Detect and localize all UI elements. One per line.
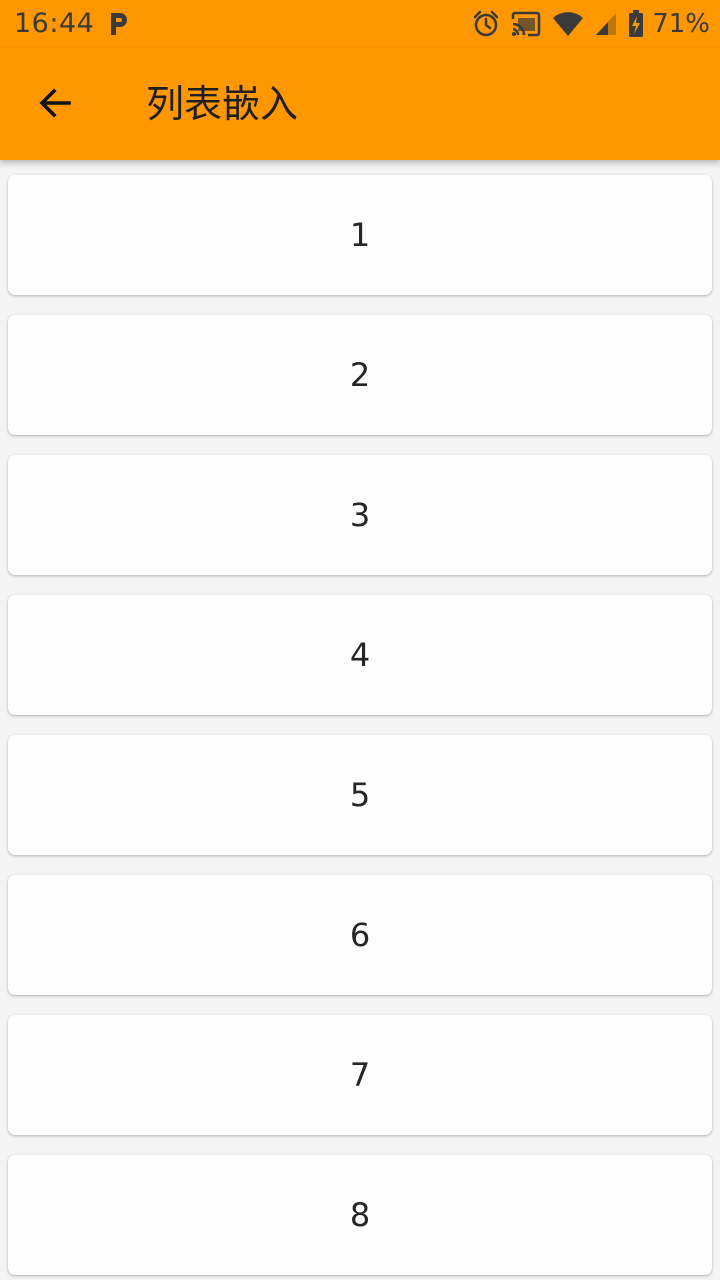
card-list[interactable]: 1 2 3 4 5 6 7 8: [0, 160, 720, 1280]
list-item[interactable]: 4: [8, 595, 712, 715]
arrow-back-icon: [37, 85, 73, 125]
status-time: 16:44: [14, 8, 95, 39]
list-item-label: 5: [349, 776, 371, 814]
status-bar: 16:44 71%: [0, 0, 720, 48]
signal-icon: [594, 11, 618, 37]
list-item[interactable]: 8: [8, 1155, 712, 1275]
list-item-label: 6: [349, 916, 371, 954]
wifi-icon: [552, 11, 584, 37]
alarm-icon: [472, 10, 500, 38]
list-item-label: 3: [349, 496, 371, 534]
status-icons: 71%: [472, 8, 710, 40]
list-item[interactable]: 2: [8, 315, 712, 435]
app-bar: 列表嵌入: [0, 48, 720, 160]
page-title: 列表嵌入: [146, 82, 299, 126]
list-item-label: 7: [349, 1056, 371, 1094]
list-item[interactable]: 1: [8, 175, 712, 295]
list-item-label: 8: [349, 1196, 371, 1234]
list-item[interactable]: 3: [8, 455, 712, 575]
back-button[interactable]: [22, 72, 88, 138]
list-item[interactable]: 5: [8, 735, 712, 855]
list-item[interactable]: 6: [8, 875, 712, 995]
list-item-label: 2: [349, 356, 371, 394]
list-item-label: 1: [349, 216, 371, 254]
p-notification-icon: [108, 9, 130, 37]
list-item[interactable]: 7: [8, 1015, 712, 1135]
battery-charging-icon: [628, 10, 644, 38]
cast-icon: [510, 10, 542, 38]
battery-percent: 71%: [652, 9, 710, 39]
list-item-label: 4: [349, 636, 371, 674]
